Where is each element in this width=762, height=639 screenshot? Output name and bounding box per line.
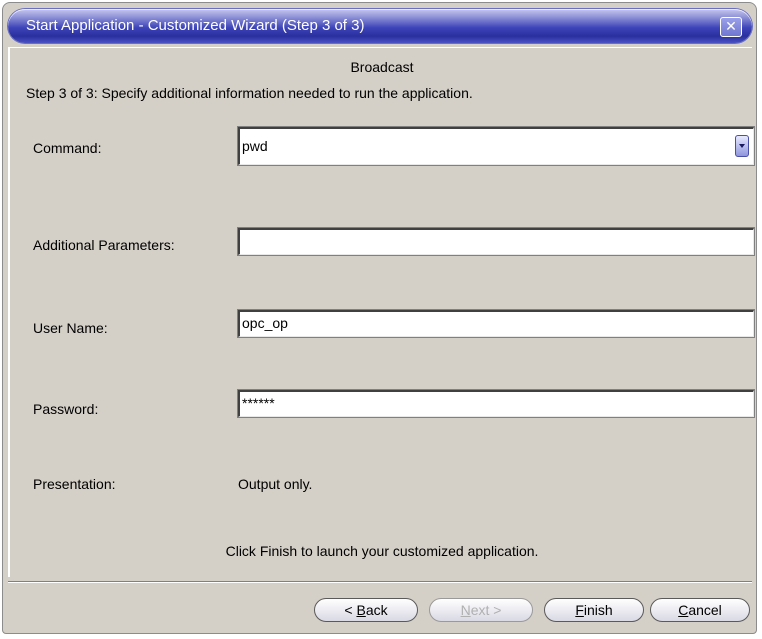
wizard-heading: Broadcast (350, 59, 414, 75)
presentation-value: Output only. (238, 476, 313, 492)
next-button[interactable]: Next > (429, 598, 533, 622)
back-button-label: ack (365, 602, 388, 618)
cancel-button-label: ancel (688, 602, 722, 618)
button-bar: < Back Next > Finish Cancel (8, 581, 752, 629)
finish-button[interactable]: Finish (544, 598, 644, 622)
finish-instruction: Click Finish to launch your customized a… (225, 543, 539, 559)
password-label: Password: (33, 401, 99, 417)
close-icon: ✕ (725, 18, 737, 34)
presentation-label: Presentation: (33, 476, 116, 492)
window-title: Start Application - Customized Wizard (S… (26, 17, 365, 34)
user-name-value: opc_op (242, 315, 288, 331)
wizard-content: Broadcast Step 3 of 3: Specify additiona… (8, 47, 754, 577)
command-combobox[interactable]: pwd (238, 127, 754, 165)
cancel-button[interactable]: Cancel (650, 598, 750, 622)
title-bar[interactable]: Start Application - Customized Wizard (S… (8, 9, 752, 43)
finish-button-label: inish (583, 602, 613, 618)
back-button-mnemonic: B (356, 602, 366, 618)
additional-parameters-label: Additional Parameters: (33, 237, 175, 253)
password-value: ****** (242, 395, 275, 411)
step-description: Step 3 of 3: Specify additional informat… (26, 85, 473, 101)
dropdown-arrow-icon[interactable] (735, 135, 749, 157)
password-input[interactable]: ****** (238, 390, 754, 417)
user-name-label: User Name: (33, 320, 108, 336)
user-name-input[interactable]: opc_op (238, 310, 754, 337)
next-button-label: ext > (470, 602, 502, 618)
next-button-mnemonic: N (460, 602, 471, 618)
command-label: Command: (33, 140, 102, 156)
close-button[interactable]: ✕ (720, 17, 742, 37)
additional-parameters-input[interactable] (238, 228, 754, 255)
back-button-prefix: < (344, 602, 357, 618)
wizard-dialog: Start Application - Customized Wizard (S… (2, 2, 757, 634)
command-value: pwd (242, 138, 268, 154)
cancel-button-mnemonic: C (678, 602, 689, 618)
back-button[interactable]: < Back (314, 598, 418, 622)
finish-button-mnemonic: F (575, 602, 584, 618)
